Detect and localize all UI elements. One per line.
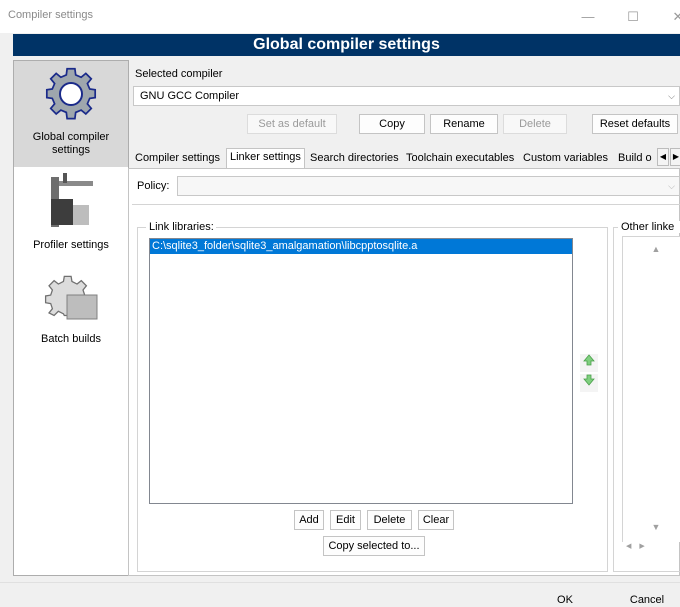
link-libraries-list[interactable]: C:\sqlite3_folder\sqlite3_amalgamation\l… [149,238,573,504]
window-titlebar: Compiler settings — ☐ ✕ [0,0,680,33]
tab-scroll-left-icon[interactable]: ◀ [657,148,669,166]
caliper-icon [51,173,93,227]
link-libraries-label: Link libraries: [148,221,215,233]
category-label: Profiler settings [33,239,109,251]
tab-toolchain-executables[interactable]: Toolchain executables [403,150,517,168]
batch-gear-icon [44,275,98,320]
arrow-down-icon [583,374,595,386]
move-down-button[interactable] [580,374,598,392]
delete-compiler-button[interactable]: Delete [503,114,567,134]
arrow-up-icon [583,354,595,366]
copy-compiler-button[interactable]: Copy [359,114,425,134]
settings-tabs: Compiler settings Linker settings Search… [130,148,680,169]
clear-libraries-button[interactable]: Clear [418,510,454,530]
tab-compiler-settings[interactable]: Compiler settings [132,150,223,168]
maximize-button[interactable]: ☐ [610,0,656,33]
category-profiler-settings[interactable]: Profiler settings [14,169,128,259]
category-label: Global compiler settings [32,131,110,156]
cancel-button[interactable]: Cancel [614,591,680,607]
group-border [137,571,608,572]
window-title: Compiler settings [8,9,93,21]
delete-library-button[interactable]: Delete [367,510,412,530]
dialog-footer: OK Cancel [0,582,680,607]
scroll-up-icon[interactable]: ▲ [645,244,667,254]
vertical-scrollbar[interactable]: ▲ ▼ [645,236,667,542]
category-batch-builds[interactable]: Batch builds [14,275,128,355]
ok-button[interactable]: OK [522,591,608,607]
group-border [607,227,608,572]
group-border [137,227,138,572]
group-border [216,227,608,228]
category-global-compiler-settings[interactable]: Global compiler settings [14,61,128,167]
reset-defaults-button[interactable]: Reset defaults [592,114,678,134]
chevron-down-icon: ⌵ [668,91,675,101]
policy-dropdown[interactable]: ⌵ [177,176,680,196]
page-title-banner: Global compiler settings [13,34,680,56]
category-label: Batch builds [41,333,101,345]
selected-compiler-value: GNU GCC Compiler [140,90,240,102]
rename-compiler-button[interactable]: Rename [430,114,498,134]
group-border [613,571,680,572]
horizontal-scrollbar[interactable]: ◀ ▶ [622,540,680,554]
scroll-right-icon[interactable]: ▶ [639,543,644,550]
group-border [137,227,146,228]
add-library-button[interactable]: Add [294,510,324,530]
selected-compiler-label: Selected compiler [135,68,223,80]
tab-scroll-right-icon[interactable]: ▶ [670,148,680,166]
scroll-down-icon[interactable]: ▼ [645,522,667,532]
scroll-left-icon[interactable]: ◀ [626,543,631,550]
copy-selected-to-button[interactable]: Copy selected to... [323,536,425,556]
tab-linker-settings[interactable]: Linker settings [226,148,305,169]
close-button[interactable]: ✕ [655,0,680,33]
policy-label: Policy: [137,180,170,192]
group-border [613,227,618,228]
settings-category-list: Global compiler settings Profiler settin… [13,60,129,576]
edit-library-button[interactable]: Edit [330,510,361,530]
move-up-button[interactable] [580,354,598,372]
chevron-down-icon: ⌵ [668,181,675,191]
tab-build-options[interactable]: Build o [615,150,655,168]
tab-custom-variables[interactable]: Custom variables [520,150,611,168]
selected-compiler-dropdown[interactable]: GNU GCC Compiler ⌵ [133,86,680,106]
set-as-default-button[interactable]: Set as default [247,114,337,134]
gear-icon [45,67,97,120]
other-linker-options-label: Other linke [620,221,680,233]
separator [132,204,680,205]
tab-search-directories[interactable]: Search directories [307,150,402,168]
group-border [613,227,614,572]
list-item[interactable]: C:\sqlite3_folder\sqlite3_amalgamation\l… [150,239,572,254]
minimize-button[interactable]: — [565,0,611,33]
